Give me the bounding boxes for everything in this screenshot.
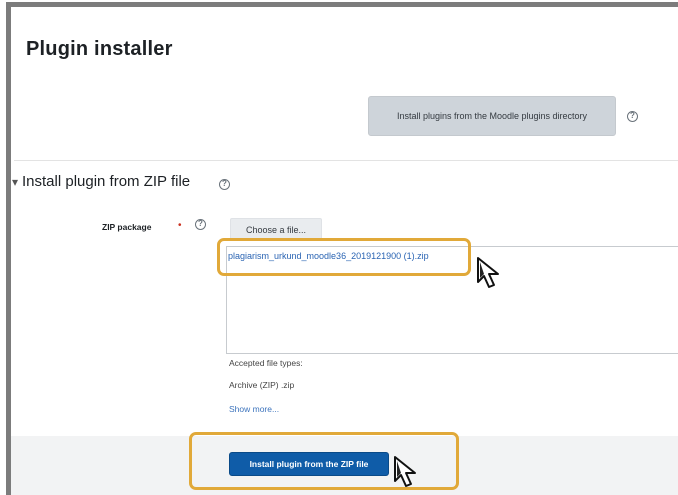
zip-section-title[interactable]: Install plugin from ZIP file — [22, 173, 190, 190]
choose-file-label: Choose a file... — [245, 224, 307, 235]
plugin-installer-page: Plugin installer Install plugins from th… — [0, 0, 678, 495]
install-from-directory-label: Install plugins from the Moodle plugins … — [396, 111, 588, 121]
zip-package-label: ZIP package — [102, 222, 152, 232]
page-title: Plugin installer — [26, 38, 173, 60]
mouse-pointer-icon — [477, 257, 499, 288]
help-icon[interactable]: ? — [219, 179, 230, 190]
window-border-left — [6, 2, 11, 495]
window-border-top — [6, 2, 678, 7]
required-icon: • — [178, 220, 182, 231]
file-highlight-box — [217, 238, 471, 276]
collapse-caret-icon[interactable]: ▾ — [12, 175, 18, 189]
install-from-directory-button[interactable]: Install plugins from the Moodle plugins … — [368, 96, 616, 136]
archive-type-label: Archive (ZIP) .zip — [229, 380, 295, 390]
section-divider — [14, 160, 678, 161]
mouse-pointer-icon — [394, 456, 416, 487]
help-icon[interactable]: ? — [627, 111, 638, 122]
show-more-link[interactable]: Show more... — [229, 404, 279, 414]
accepted-file-types-label: Accepted file types: — [229, 358, 303, 368]
help-icon[interactable]: ? — [195, 219, 206, 230]
